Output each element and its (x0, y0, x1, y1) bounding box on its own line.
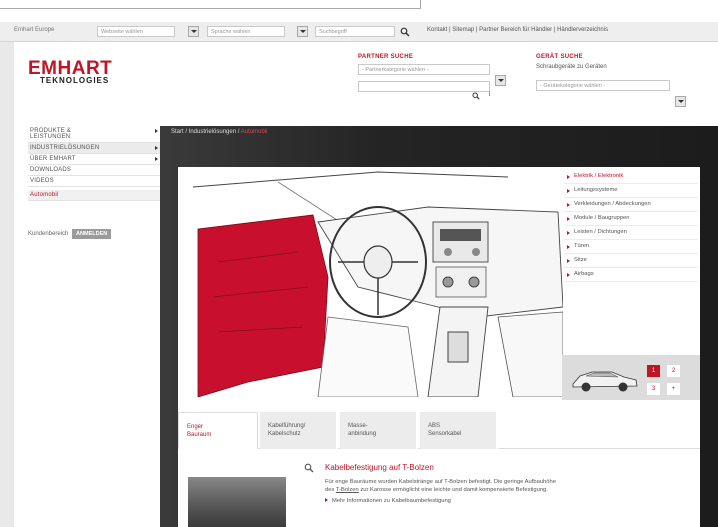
sidebar-item-produkte[interactable]: PRODUKTE & LEISTUNGEN (28, 126, 162, 143)
tab-label: Bauraum (187, 432, 212, 438)
category-item[interactable]: Leitungssysteme (564, 184, 698, 198)
breadcrumb-current: Automobil (240, 129, 268, 135)
customer-area: Kundenbereich ANMELDEN (28, 229, 162, 239)
article-link[interactable]: T-Bolzen (336, 487, 359, 493)
category-item[interactable]: Elektrik / Elektronik (564, 170, 698, 184)
partner-finder-title: PARTNER SUCHE (358, 54, 414, 60)
sidebar-item-ueber-emhart[interactable]: ÜBER EMHART (28, 154, 162, 165)
sidebar: PRODUKTE & LEISTUNGEN INDUSTRIELÖSUNGEN … (28, 126, 162, 239)
category-item[interactable]: Sitze (564, 254, 698, 268)
page-button[interactable]: 2 (667, 365, 680, 377)
search-icon[interactable] (472, 92, 480, 100)
chevron-right-icon (155, 129, 158, 133)
tab-label: Masse- (348, 423, 368, 429)
region-label[interactable]: Emhart Europe (14, 27, 54, 33)
content-stage: Elektrik / Elektronik Leitungssysteme Ve… (178, 167, 700, 527)
sidebar-item-downloads[interactable]: DOWNLOADS (28, 165, 162, 176)
sidebar-item-label: DOWNLOADS (30, 167, 72, 173)
tab-label: Kabelführung/ (268, 423, 306, 429)
more-info-link[interactable]: Mehr Informationen zu Kabelbaumbefestigu… (325, 498, 451, 504)
article-teaser: Kabelbefestigung auf T-Bolzen Für enge B… (188, 457, 700, 527)
device-category-select[interactable]: - Gerätekategorie wählen - (536, 80, 670, 91)
tab-label: Kabelschutz (268, 431, 301, 437)
tab-masseanbindung[interactable]: Masse- anbindung (340, 412, 418, 449)
chevron-right-icon (155, 157, 158, 161)
article-text: des (325, 487, 336, 493)
sidebar-item-label: LEISTUNGEN (30, 134, 71, 140)
tab-label: ABS (428, 423, 441, 429)
sidebar-item-label: VIDEOS (30, 178, 54, 184)
tab-label: Sensorkabel (428, 431, 462, 437)
car-icon (572, 371, 638, 392)
page-frame-top (0, 0, 718, 22)
article-thumbnail[interactable] (188, 477, 286, 527)
category-item[interactable]: Airbags (564, 268, 698, 282)
device-finder-title: GERÄT SUCHE (536, 54, 583, 60)
vehicle-selector: 1 2 3 + (562, 355, 700, 400)
tab-label: Enger (187, 424, 204, 430)
info-icon[interactable]: i (489, 92, 490, 98)
login-button[interactable]: ANMELDEN (72, 229, 112, 239)
tab-kabelfuehrung[interactable]: Kabelführung/ Kabelschutz (260, 412, 338, 449)
tab-abs-sensorkabel[interactable]: ABS Sensorkabel (420, 412, 498, 449)
sidebar-item-automobil[interactable]: Automobil (28, 190, 162, 201)
breadcrumb: Start / Industrielösungen / Automobil (171, 129, 267, 135)
category-item[interactable]: Türen (564, 240, 698, 254)
utility-bar: Emhart Europe Webseite wählen Sprache wä… (0, 22, 718, 42)
breadcrumb-path[interactable]: Start / Industrielösungen / (171, 129, 241, 135)
search-icon[interactable] (400, 27, 410, 37)
chevron-down-icon[interactable] (297, 26, 308, 37)
tab-label: anbindung (348, 431, 377, 437)
page-button[interactable]: + (667, 383, 680, 395)
hero-panel: Start / Industrielösungen / Automobil El… (160, 126, 718, 527)
partner-search-input[interactable] (358, 81, 490, 92)
zoom-icon[interactable] (304, 463, 314, 473)
frame-line (0, 8, 420, 9)
article-title: Kabelbefestigung auf T-Bolzen (325, 463, 434, 472)
page-button[interactable]: 1 (647, 365, 660, 377)
top-links[interactable]: Kontakt | Sitemap | Partner Bereich für … (427, 27, 608, 33)
tab-bar: Enger Bauraum Kabelführung/ Kabelschutz … (178, 412, 700, 449)
chevron-down-icon[interactable] (188, 26, 199, 37)
sidebar-item-label: ÜBER EMHART (30, 156, 76, 162)
website-select[interactable]: Webseite wählen (97, 26, 175, 37)
sidebar-item-videos[interactable]: VIDEOS (28, 176, 162, 187)
logo-wordmark: EMHART (28, 58, 113, 79)
category-item[interactable]: Verkleidungen / Abdeckungen (564, 198, 698, 212)
chevron-down-icon[interactable] (675, 96, 686, 107)
device-finder-text: Schraubgeräte zu Geräten (536, 64, 607, 70)
sidebar-item-industrieloesungen[interactable]: INDUSTRIELÖSUNGEN (28, 143, 162, 154)
sidebar-item-label: INDUSTRIELÖSUNGEN (30, 145, 100, 151)
logo[interactable]: EMHART TEKNOLOGIES (28, 58, 158, 85)
more-info-label: Mehr Informationen zu Kabelbaumbefestigu… (332, 498, 451, 504)
car-interior-illustration (178, 167, 563, 397)
language-select[interactable]: Sprache wählen (207, 26, 285, 37)
partner-category-select[interactable]: - Partnerkategorie wählen - (358, 64, 490, 75)
logo-subtitle: TEKNOLOGIES (40, 76, 110, 85)
chevron-down-icon[interactable] (495, 75, 506, 86)
page-body: EMHART TEKNOLOGIES PARTNER SUCHE - Partn… (14, 42, 718, 527)
search-input[interactable]: Suchbegriff (315, 26, 395, 37)
article-body: Für enge Bauräume wurden Kabelstränge au… (325, 478, 705, 494)
category-item[interactable]: Leisten / Dichtungen (564, 226, 698, 240)
chevron-right-icon (155, 146, 158, 150)
sidebar-item-label: Automobil (30, 192, 59, 198)
category-item[interactable]: Module / Baugruppen (564, 212, 698, 226)
customer-area-label: Kundenbereich (28, 231, 69, 237)
partner-finder: PARTNER SUCHE - Partnerkategorie wählen … (358, 54, 506, 100)
category-list: Elektrik / Elektronik Leitungssysteme Ve… (564, 170, 698, 282)
article-text: zur Karosse ermöglicht eine leichte und … (358, 487, 548, 493)
article-text: Für enge Bauräume wurden Kabelstränge au… (325, 479, 556, 485)
device-finder: GERÄT SUCHE Schraubgeräte zu Geräten - G… (536, 54, 696, 107)
tab-enger-bauraum[interactable]: Enger Bauraum (178, 412, 258, 449)
page-button[interactable]: 3 (647, 383, 660, 395)
frame-line (420, 0, 421, 9)
